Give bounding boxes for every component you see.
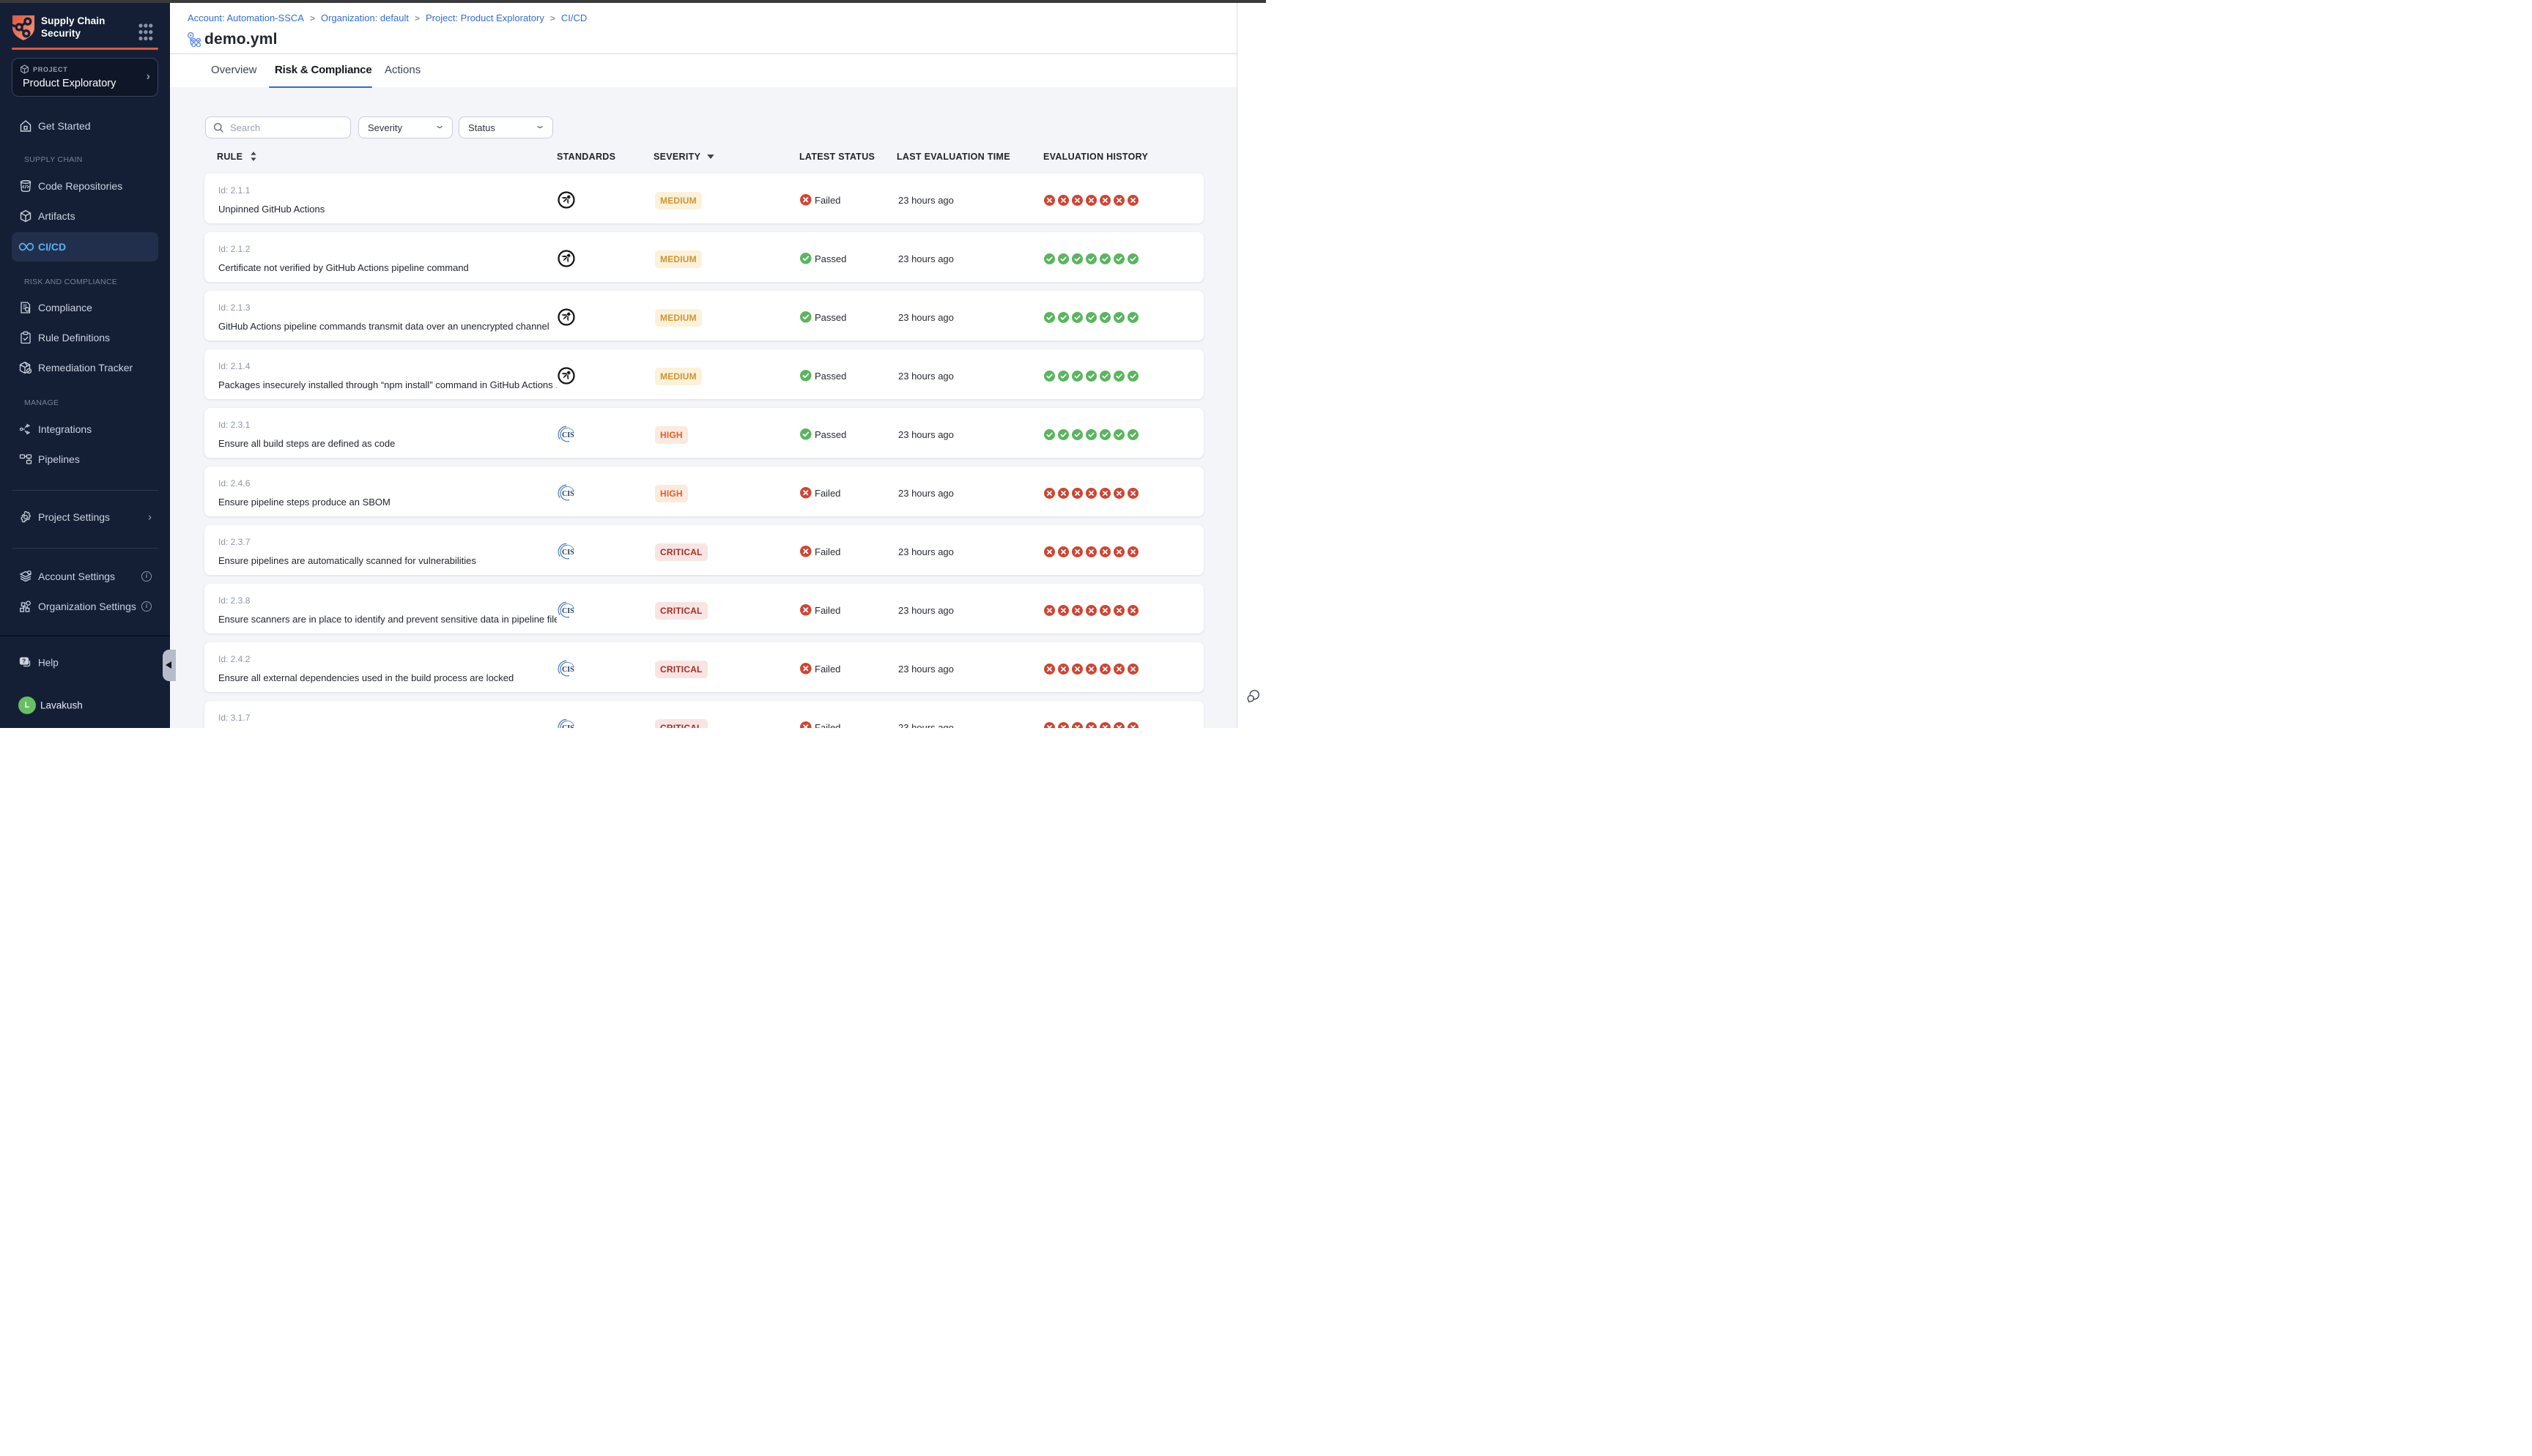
svg-text:CIS: CIS [562, 666, 574, 674]
svg-text:CIS: CIS [562, 431, 574, 439]
svg-text:CIS: CIS [562, 549, 574, 557]
svg-text:CIS: CIS [562, 490, 574, 498]
svg-text:CIS: CIS [562, 607, 574, 615]
svg-text:CIS: CIS [562, 724, 574, 728]
svg-text:?: ? [22, 658, 26, 664]
